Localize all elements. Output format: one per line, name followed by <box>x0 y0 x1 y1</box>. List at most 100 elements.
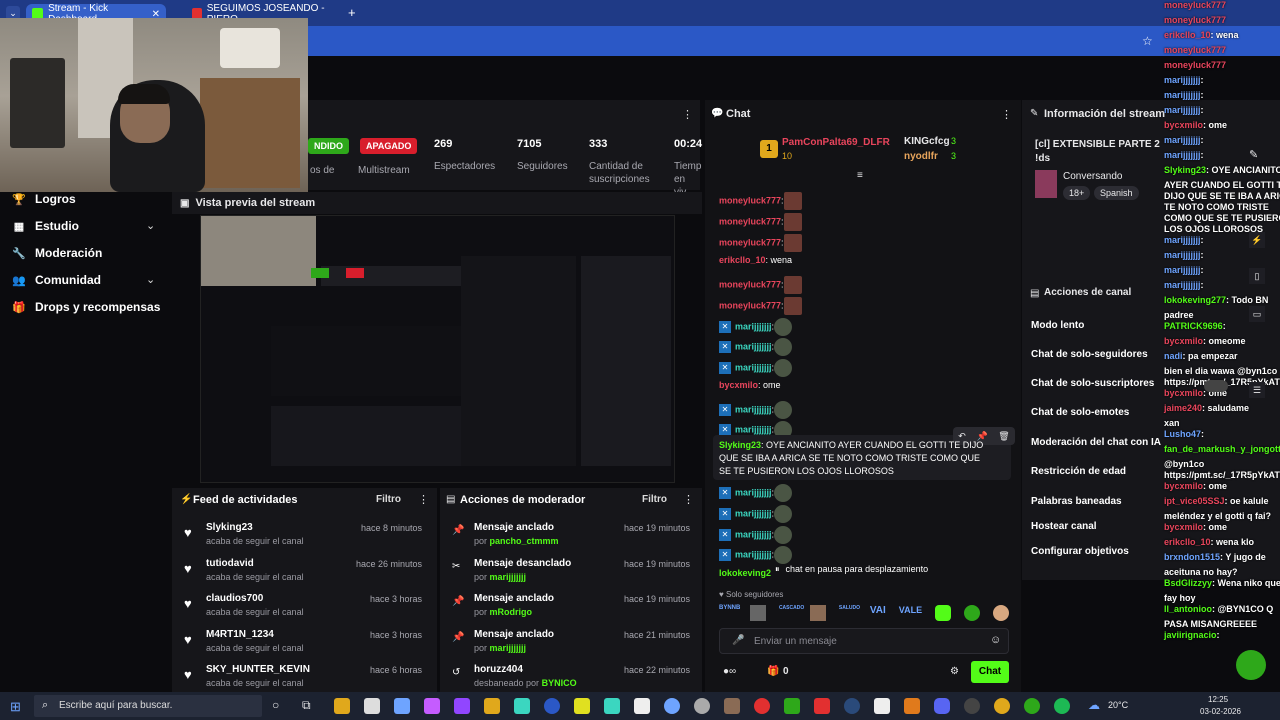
feed-user[interactable]: SKY_HUNTER_KEVIN <box>206 664 310 675</box>
mod-user[interactable]: marijjjjjjj <box>490 643 527 653</box>
cortana-icon[interactable]: ○ <box>272 698 279 712</box>
feed-row[interactable]: ♥ M4RT1N_1234 acaba de seguir el canal h… <box>172 629 434 663</box>
mod-filter-button[interactable]: Filtro <box>642 494 667 505</box>
task-view-icon[interactable]: ⧉ <box>302 698 311 713</box>
app-icon[interactable] <box>514 698 530 714</box>
app-icon[interactable] <box>574 698 590 714</box>
gift-icon[interactable]: 🎁 <box>767 666 779 677</box>
channel-action-item[interactable]: Hostear canal <box>1031 521 1097 532</box>
emote-vale[interactable]: VALE <box>899 605 922 623</box>
app-icon[interactable] <box>484 698 500 714</box>
sliders-icon[interactable]: ☰ <box>1249 382 1265 398</box>
chat-input[interactable]: 🎤 Enviar un mensaje ☺ <box>719 628 1009 654</box>
discord-icon[interactable] <box>934 698 950 714</box>
chat-user[interactable]: marijjjjjjj <box>735 529 772 539</box>
mod-user[interactable]: BYNICO <box>542 678 577 688</box>
channel-action-item[interactable]: Configurar objetivos <box>1031 546 1129 557</box>
emote-image[interactable] <box>964 605 981 621</box>
chat-user[interactable]: moneyluck777 <box>719 237 781 247</box>
chat-user[interactable]: marijjjjjjj <box>735 549 772 559</box>
channel-action-item[interactable]: Palabras baneadas <box>1031 496 1122 507</box>
app-icon[interactable] <box>814 698 830 714</box>
app-icon[interactable] <box>544 698 560 714</box>
settings-gear-icon[interactable] <box>694 698 710 714</box>
nav-moderacion[interactable]: 🔧 Moderación <box>12 243 102 263</box>
mod-row[interactable]: 📌 Mensaje anclado por pancho_ctmmm hace … <box>440 522 702 556</box>
chrome-icon[interactable] <box>1024 698 1040 714</box>
mod-row[interactable]: ✂ Mensaje desanclado por marijjjjjjj hac… <box>440 558 702 592</box>
app-icon[interactable] <box>604 698 620 714</box>
emote-image[interactable] <box>935 605 952 621</box>
category-label[interactable]: Conversando <box>1063 171 1122 182</box>
app-icon[interactable] <box>724 698 740 714</box>
settings-gear-icon[interactable]: ⚙ <box>950 666 959 677</box>
emoji-icon[interactable]: ☺ <box>990 634 1001 646</box>
minecraft-icon[interactable] <box>784 698 800 714</box>
users-icon[interactable]: ●∞ <box>723 666 736 677</box>
nav-logros[interactable]: 🏆 Logros <box>12 189 76 209</box>
doc-icon[interactable]: ▯ <box>1249 268 1265 284</box>
feed-row[interactable]: ♥ tutiodavid acaba de seguir el canal ha… <box>172 558 434 592</box>
file-explorer-icon[interactable] <box>334 698 350 714</box>
feed-user[interactable]: tutiodavid <box>206 558 254 569</box>
toggle-switch[interactable] <box>1204 380 1228 392</box>
pinned-user[interactable]: Slyking23 <box>719 440 761 450</box>
chat-user[interactable]: marijjjjjjj <box>735 404 772 414</box>
emote-image[interactable] <box>749 605 766 621</box>
emote-vai[interactable]: VAI <box>870 605 886 623</box>
nav-comunidad[interactable]: 👥 Comunidad <box>12 270 101 290</box>
app-icon[interactable] <box>964 698 980 714</box>
chat-user[interactable]: marijjjjjjj <box>735 508 772 518</box>
chevron-down-icon[interactable]: ⌄ <box>146 219 155 232</box>
app-icon[interactable] <box>904 698 920 714</box>
chat-user[interactable]: marijjjjjjj <box>735 362 772 372</box>
last-user[interactable]: lokokeving2 <box>719 568 771 578</box>
multistream-badge[interactable]: APAGADO <box>360 138 418 154</box>
chat-user[interactable]: marijjjjjjj <box>735 487 772 497</box>
copilot-icon[interactable] <box>424 698 440 714</box>
more-options-icon[interactable]: ⋮ <box>1001 108 1012 121</box>
emote-cascado[interactable]: CASCADO <box>779 605 804 623</box>
spotify-icon[interactable] <box>1054 698 1070 714</box>
whatsapp-fab-icon[interactable] <box>1236 650 1266 680</box>
more-options-icon[interactable]: ⋮ <box>683 493 694 506</box>
emote-image[interactable] <box>809 605 826 621</box>
channel-action-item[interactable]: Moderación del chat con IA <box>1031 437 1161 448</box>
chat-user[interactable]: bycxmilo <box>719 380 758 390</box>
chat-bubble-icon[interactable]: ▭ <box>1249 306 1265 322</box>
top-gifter-name[interactable]: PamConPalta69_DLFR <box>782 137 890 148</box>
app-icon[interactable] <box>664 698 680 714</box>
chat-user[interactable]: moneyluck777 <box>719 195 781 205</box>
emote-image[interactable] <box>993 605 1009 621</box>
pin-collapse-icon[interactable]: ≡ <box>857 170 863 181</box>
gifter-name[interactable]: KINGcfcg <box>904 136 950 147</box>
more-options-icon[interactable]: ⋮ <box>418 493 429 506</box>
bookmark-star-icon[interactable]: ☆ <box>1142 34 1153 48</box>
nav-drops[interactable]: 🎁 Drops y recompensas <box>12 297 160 317</box>
feed-user[interactable]: claudios700 <box>206 593 263 604</box>
mod-user[interactable]: mRodrigo <box>490 607 533 617</box>
channel-action-item[interactable]: Chat de solo-emotes <box>1031 407 1129 418</box>
twitch-icon[interactable] <box>454 698 470 714</box>
feed-user[interactable]: Slyking23 <box>206 522 253 533</box>
mod-row[interactable]: 📌 Mensaje anclado por marijjjjjjj hace 2… <box>440 629 702 663</box>
trash-icon[interactable]: 🗑 <box>998 431 1009 442</box>
nav-estudio[interactable]: ▦ Estudio <box>12 216 79 236</box>
chrome-icon[interactable] <box>994 698 1010 714</box>
channel-action-item[interactable]: Chat de solo-seguidores <box>1031 349 1148 360</box>
channel-action-item[interactable]: Modo lento <box>1031 320 1084 331</box>
mod-user[interactable]: marijjjjjjj <box>490 572 527 582</box>
app-icon[interactable] <box>394 698 410 714</box>
feed-row[interactable]: ♥ Slyking23 acaba de seguir el canal hac… <box>172 522 434 556</box>
chat-paused-banner[interactable]: ⏸ chat en pausa para desplazamiento <box>775 560 975 578</box>
feed-user[interactable]: M4RT1N_1234 <box>206 629 274 640</box>
chat-user[interactable]: moneyluck777 <box>719 279 781 289</box>
emote-bynnb[interactable]: BYNNB <box>719 605 740 623</box>
more-options-icon[interactable]: ⋮ <box>682 108 693 121</box>
mod-user[interactable]: pancho_ctmmm <box>490 536 559 546</box>
mic-icon[interactable]: 🎤 <box>732 635 744 646</box>
feed-row[interactable]: ♥ claudios700 acaba de seguir el canal h… <box>172 593 434 627</box>
notepad-icon[interactable] <box>364 698 380 714</box>
bolt-icon[interactable]: ⚡ <box>1249 232 1265 248</box>
stream-preview[interactable] <box>200 215 675 483</box>
